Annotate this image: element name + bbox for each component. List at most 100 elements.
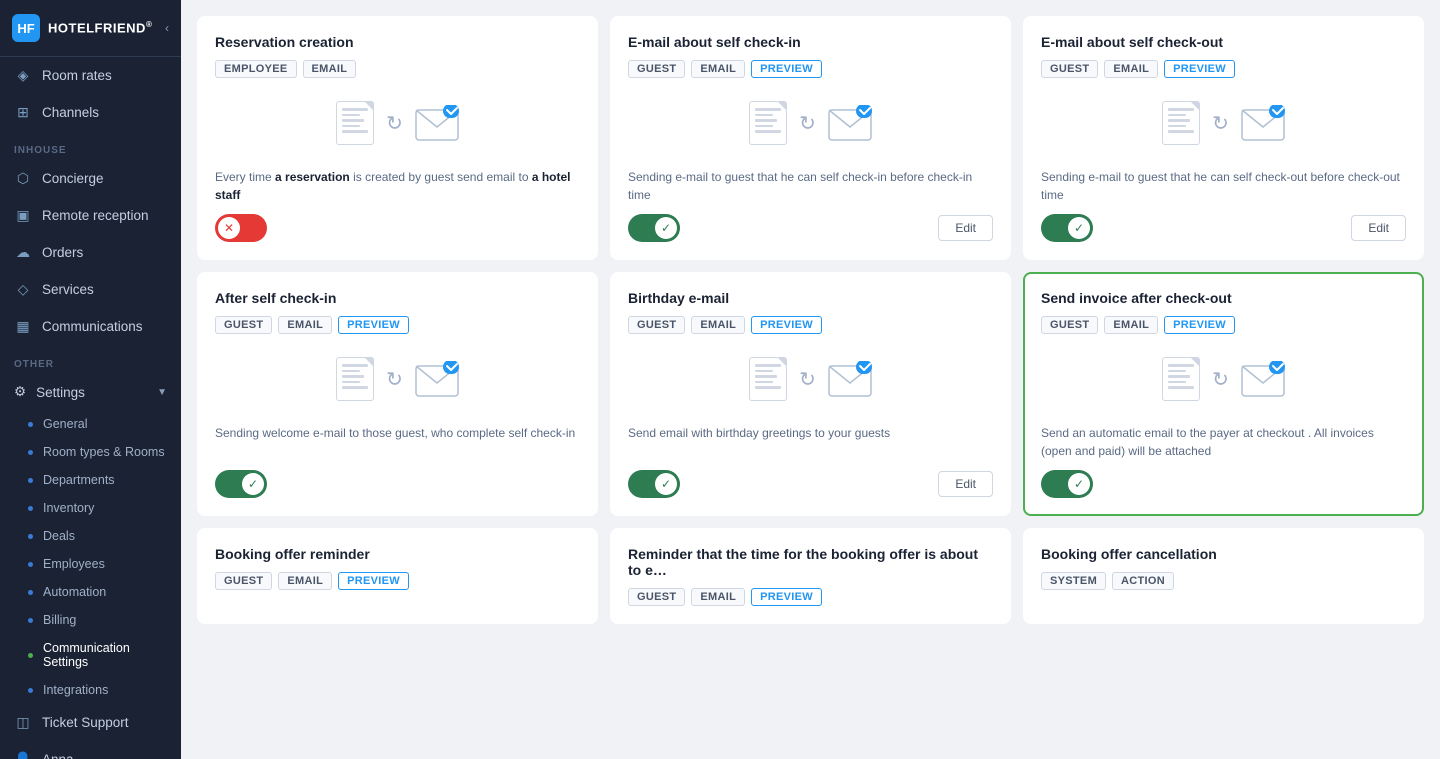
dot-icon (28, 506, 33, 511)
sidebar-sub-employees[interactable]: Employees (0, 550, 181, 578)
tag-guest: GUEST (1041, 60, 1098, 78)
card-booking-offer-time: Reminder that the time for the booking o… (610, 528, 1011, 624)
tag-guest: GUEST (1041, 316, 1098, 334)
tag-preview[interactable]: Preview (338, 316, 409, 334)
doc-line (1168, 381, 1186, 384)
sidebar-item-anna[interactable]: 👤 Anna (0, 741, 181, 759)
card-tags: SYSTEM ACTION (1041, 572, 1406, 590)
sidebar-item-ticket-support[interactable]: ◫ Ticket Support (0, 704, 181, 741)
card-illustration: ↻ (1041, 88, 1406, 158)
doc-line (755, 130, 781, 133)
doc-line (342, 114, 360, 117)
tag-preview[interactable]: Preview (1164, 316, 1235, 334)
sidebar-sub-inventory[interactable]: Inventory (0, 494, 181, 522)
toggle-on[interactable]: ✓ (628, 470, 680, 498)
document-icon (336, 101, 374, 145)
card-email-self-checkout: E-mail about self check-out GUEST EMAIL … (1023, 16, 1424, 260)
sidebar-item-remote-reception[interactable]: ▣ Remote reception (0, 197, 181, 234)
tag-guest: GUEST (628, 588, 685, 606)
refresh-icon: ↻ (386, 367, 403, 392)
main-content: Reservation creation EMPLOYEE EMAIL ↻ (181, 0, 1440, 759)
card-tags: GUEST EMAIL Preview (628, 60, 993, 78)
card-send-invoice-checkout: Send invoice after check-out GUEST EMAIL… (1023, 272, 1424, 516)
toggle-on[interactable]: ✓ (1041, 470, 1093, 498)
email-envelope-icon (828, 361, 872, 397)
dot-icon (28, 534, 33, 539)
sidebar-item-channels[interactable]: ⊞ Channels (0, 94, 181, 131)
document-icon (336, 357, 374, 401)
toggle-off[interactable]: ✕ (215, 214, 267, 242)
sidebar-sub-label: Integrations (43, 683, 108, 697)
doc-line (755, 119, 777, 122)
edit-button[interactable]: Edit (938, 215, 993, 241)
tag-email: EMAIL (691, 60, 745, 78)
other-section-label: OTHER (0, 345, 181, 374)
doc-line (1168, 125, 1186, 128)
sidebar-item-room-rates[interactable]: ◈ Room rates (0, 57, 181, 94)
doc-line (755, 381, 773, 384)
card-tags: GUEST EMAIL Preview (1041, 316, 1406, 334)
tag-preview[interactable]: Preview (751, 588, 822, 606)
inhouse-section-label: INHOUSE (0, 131, 181, 160)
document-icon (1162, 357, 1200, 401)
sidebar-collapse-icon[interactable]: ‹ (165, 21, 169, 35)
card-illustration: ↻ (215, 344, 580, 414)
sidebar-sub-departments[interactable]: Departments (0, 466, 181, 494)
sidebar-sub-automation[interactable]: Automation (0, 578, 181, 606)
sidebar-item-settings[interactable]: ⚙ Settings ▼ (0, 374, 181, 410)
sidebar-sub-room-types[interactable]: Room types & Rooms (0, 438, 181, 466)
card-description: Send an automatic email to the payer at … (1041, 424, 1406, 460)
sidebar-sub-deals[interactable]: Deals (0, 522, 181, 550)
doc-line (1168, 386, 1194, 389)
doc-line (342, 375, 364, 378)
tag-action: ACTION (1112, 572, 1174, 590)
toggle-on[interactable]: ✓ (628, 214, 680, 242)
card-footer: ✓ Edit (628, 470, 993, 498)
sidebar-item-label: Communications (42, 319, 143, 334)
tag-preview[interactable]: Preview (1164, 60, 1235, 78)
doc-line (342, 108, 368, 111)
edit-button[interactable]: Edit (938, 471, 993, 497)
doc-line (1168, 114, 1186, 117)
card-description: Every time a reservation is created by g… (215, 168, 580, 204)
toggle-on[interactable]: ✓ (215, 470, 267, 498)
card-illustration: ↻ (1041, 344, 1406, 414)
sidebar-sub-label: Inventory (43, 501, 94, 515)
card-tags: EMPLOYEE EMAIL (215, 60, 580, 78)
refresh-icon: ↻ (799, 111, 816, 136)
card-email-self-checkin: E-mail about self check-in GUEST EMAIL P… (610, 16, 1011, 260)
edit-button[interactable]: Edit (1351, 215, 1406, 241)
sidebar-item-services[interactable]: ◇ Services (0, 271, 181, 308)
sidebar-sub-integrations[interactable]: Integrations (0, 676, 181, 704)
sidebar-item-concierge[interactable]: ⬡ Concierge (0, 160, 181, 197)
doc-line (1168, 108, 1194, 111)
tag-employee: EMPLOYEE (215, 60, 297, 78)
doc-line (755, 114, 773, 117)
toggle-knob: ✕ (218, 217, 240, 239)
email-envelope-icon (828, 105, 872, 141)
email-envelope-icon (415, 105, 459, 141)
sidebar-item-label: Settings (36, 385, 85, 400)
tag-preview[interactable]: Preview (751, 60, 822, 78)
toggle-on[interactable]: ✓ (1041, 214, 1093, 242)
sidebar-sub-billing[interactable]: Billing (0, 606, 181, 634)
sidebar-item-communications[interactable]: ▦ Communications (0, 308, 181, 345)
card-title: Booking offer cancellation (1041, 546, 1406, 562)
document-icon (749, 357, 787, 401)
ticket-support-icon: ◫ (14, 714, 32, 731)
tag-preview[interactable]: Preview (338, 572, 409, 590)
sidebar-item-orders[interactable]: ☁ Orders (0, 234, 181, 271)
services-icon: ◇ (14, 281, 32, 298)
doc-line (1168, 364, 1194, 367)
sidebar-item-label: Room rates (42, 68, 112, 83)
tag-guest: GUEST (215, 316, 272, 334)
toggle-knob: ✓ (242, 473, 264, 495)
sidebar-sub-label: Billing (43, 613, 76, 627)
remote-reception-icon: ▣ (14, 207, 32, 224)
doc-line (1168, 130, 1194, 133)
sidebar-sub-communication-settings[interactable]: Communication Settings (0, 634, 181, 676)
tag-preview[interactable]: Preview (751, 316, 822, 334)
sidebar-sub-general[interactable]: General (0, 410, 181, 438)
dot-icon (28, 618, 33, 623)
logo-icon: HF (12, 14, 40, 42)
